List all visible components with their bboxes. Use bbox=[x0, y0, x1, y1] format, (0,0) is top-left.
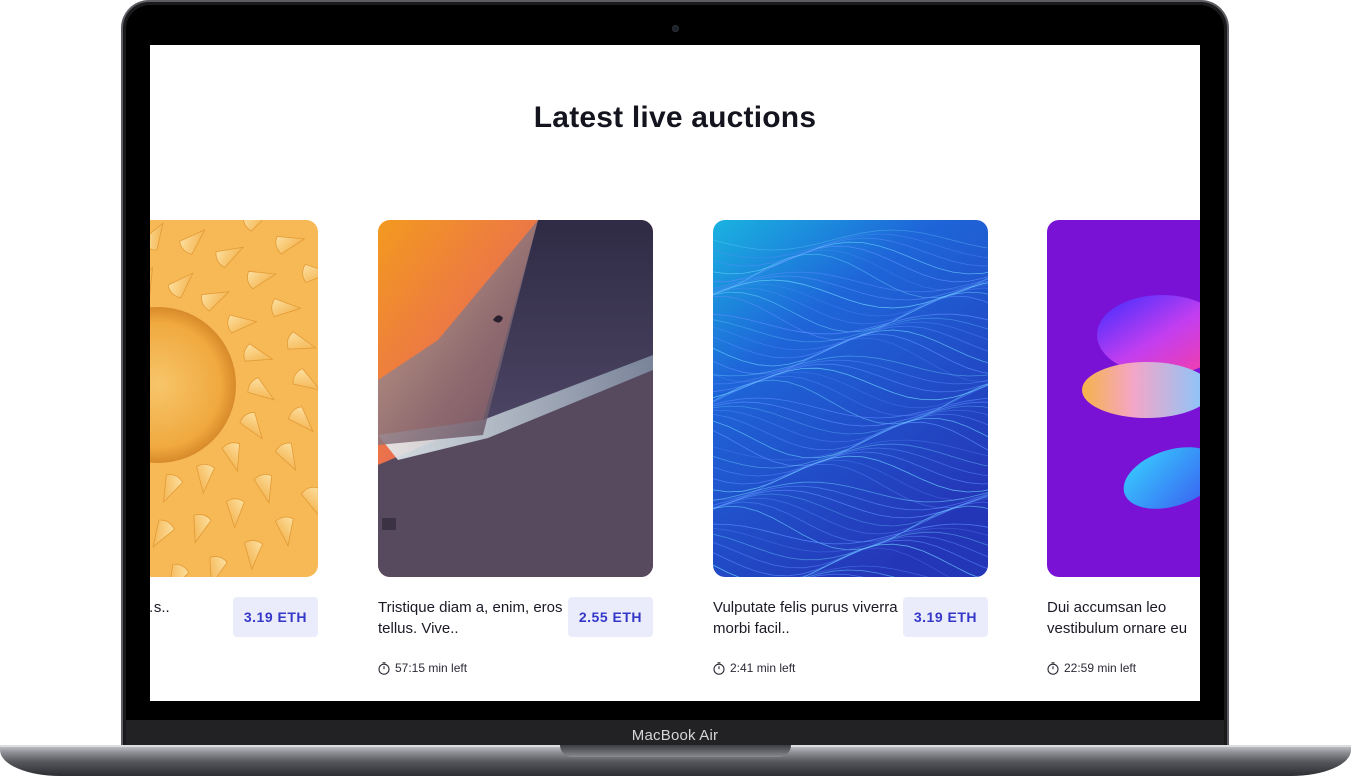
auction-card[interactable]: Dui accumsan leo vestibulum ornare eu 22… bbox=[1017, 220, 1200, 675]
auction-card[interactable]: Vulputate felis purus viverra morbi faci… bbox=[683, 220, 1018, 675]
sunflower-art[interactable] bbox=[150, 220, 318, 577]
stopwatch-icon bbox=[1047, 661, 1059, 675]
time-left: 57:15 min left bbox=[378, 661, 467, 675]
auction-title: Vulputate felis purus viverra morbi faci… bbox=[713, 599, 898, 637]
time-left-label: 57:15 min left bbox=[395, 661, 468, 675]
laptop-hinge-notch bbox=[560, 745, 791, 757]
purple-blob-art[interactable] bbox=[1047, 220, 1200, 577]
abstract-planes-art[interactable] bbox=[378, 220, 653, 577]
auction-title: Tristique diam a, enim, eros tellus. Viv… bbox=[378, 599, 563, 637]
webcam bbox=[672, 25, 679, 32]
price-badge: 2.55 ETH bbox=[567, 597, 653, 637]
auction-title: Dui accumsan leo vestibulum ornare eu bbox=[1047, 599, 1188, 637]
price-badge: 3.19 ETH bbox=[232, 597, 318, 637]
auction-card[interactable]: Tristique diam a, enim, eros tellus. Viv… bbox=[348, 220, 683, 675]
stopwatch-icon bbox=[713, 661, 725, 675]
time-left-label: 2:41 min left bbox=[730, 661, 796, 675]
price-badge: 3.19 ETH bbox=[902, 597, 988, 637]
screen: Latest live auctions s.. 3.19 ETH Tristi… bbox=[150, 45, 1200, 701]
auction-card[interactable]: …a lorem nisl …s.. 3.19 ETH bbox=[150, 220, 318, 657]
auction-title: …a lorem nisl …s.. bbox=[150, 599, 170, 616]
page-title: Latest live auctions bbox=[533, 101, 817, 134]
blue-waves-art[interactable] bbox=[713, 220, 988, 577]
time-left: 22:59 min left bbox=[1047, 661, 1136, 675]
time-left: 2:41 min left bbox=[713, 661, 795, 675]
time-left-label: 22:59 min left bbox=[1064, 661, 1137, 675]
device-brand-label: MacBook Air bbox=[631, 726, 719, 744]
stopwatch-icon bbox=[378, 661, 390, 675]
